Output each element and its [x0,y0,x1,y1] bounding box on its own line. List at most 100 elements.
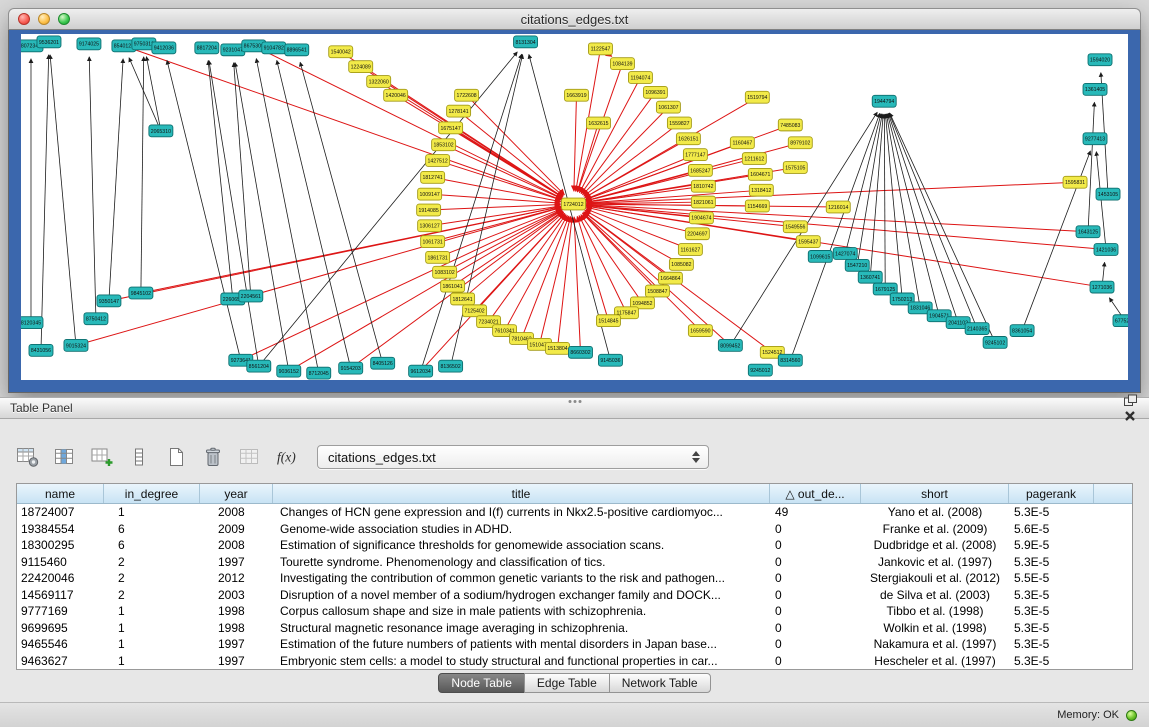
graph-node[interactable]: 8405126 [371,357,395,369]
graph-node[interactable]: 1420046 [384,89,408,101]
graph-node[interactable]: 1061307 [656,101,680,113]
cell-out_de[interactable]: 49 [770,504,861,520]
graph-edge[interactable] [235,62,289,371]
graph-node[interactable]: 1278141 [447,105,471,117]
graph-node[interactable]: 8131304 [514,36,538,48]
graph-edge[interactable] [884,114,885,289]
graph-node[interactable]: 1211612 [742,153,766,165]
cell-name[interactable]: 14569117 [17,587,104,603]
cell-short[interactable]: Stergiakouli et al. (2012) [861,570,1009,586]
graph-node[interactable]: 8136502 [439,360,463,372]
graph-node[interactable]: 1904674 [689,212,713,224]
cell-title[interactable]: Structural magnetic resonance image aver… [273,620,770,636]
graph-node[interactable]: 1861041 [441,280,465,292]
graph-node[interactable]: 9154203 [339,362,363,374]
cell-out_de[interactable]: 0 [770,537,861,553]
graph-edge[interactable] [129,58,161,131]
tab-edge-table[interactable]: Edge Table [524,673,610,693]
cell-in_degree[interactable]: 1 [104,636,200,652]
cell-year[interactable]: 2003 [200,587,273,603]
cell-short[interactable]: Yano et al. (2008) [861,504,1009,520]
graph-node[interactable]: 1361405 [1083,83,1107,95]
graph-node[interactable]: 8750412 [84,313,108,325]
cell-name[interactable]: 9465546 [17,636,104,652]
graph-node[interactable]: 1271036 [1090,281,1114,293]
graph-node[interactable]: 9245102 [983,337,1007,349]
cell-title[interactable]: Estimation of the future numbers of pati… [273,636,770,652]
network-canvas[interactable]: 1724012112254710841391194074109639110613… [21,34,1128,380]
cell-year[interactable]: 1997 [200,554,273,570]
cell-in_degree[interactable]: 6 [104,537,200,553]
graph-node[interactable]: 1675147 [439,122,463,134]
graph-node[interactable]: 8099452 [718,339,742,351]
column-header-title[interactable]: title [273,484,770,503]
graph-node[interactable]: 6775210 [1113,315,1128,327]
table-row[interactable]: 1830029562008Estimation of significance … [17,537,1132,554]
cell-pagerank[interactable]: 5.3E-5 [1009,587,1094,603]
column-header-out_de[interactable]: △ out_de... [770,484,861,503]
cell-year[interactable]: 2008 [200,504,273,520]
graph-node[interactable]: 1122547 [588,43,612,55]
graph-edge[interactable] [208,61,233,299]
graph-edge[interactable] [433,207,561,241]
table-row[interactable]: 2242004622012Investigating the contribut… [17,570,1132,587]
graph-node[interactable]: 1084139 [610,58,634,70]
graph-node[interactable]: 1099615 [808,250,832,262]
graph-edge[interactable] [41,55,49,351]
cell-short[interactable]: Tibbo et al. (1998) [861,603,1009,619]
graph-node[interactable]: 9245012 [748,364,772,376]
cell-year[interactable]: 1998 [200,603,273,619]
graph-node[interactable]: 1643125 [1076,226,1100,238]
graph-edge[interactable] [505,215,568,330]
graph-node[interactable]: 1540042 [329,46,353,58]
graph-node[interactable]: 1594020 [1088,54,1112,66]
column-header-short[interactable]: short [861,484,1009,503]
graph-edge[interactable] [141,207,561,293]
cell-in_degree[interactable]: 2 [104,587,200,603]
table-mode-icon[interactable] [14,444,42,470]
cell-name[interactable]: 22420046 [17,570,104,586]
graph-node[interactable]: 9350147 [97,295,121,307]
column-header-year[interactable]: year [200,484,273,503]
close-button[interactable] [18,13,30,25]
graph-edge[interactable] [574,95,577,191]
graph-node[interactable]: 1154669 [745,200,769,212]
cell-out_de[interactable]: 0 [770,636,861,652]
cell-year[interactable]: 2008 [200,537,273,553]
cell-title[interactable]: Tourette syndrome. Phenomenology and cla… [273,554,770,570]
cell-pagerank[interactable]: 5.5E-5 [1009,570,1094,586]
graph-edge[interactable] [277,60,351,368]
graph-node[interactable]: 1821061 [691,196,715,208]
float-panel-icon[interactable] [1121,392,1139,408]
graph-node[interactable]: 1360741 [858,271,882,283]
graph-node[interactable]: 1664864 [658,272,682,284]
graph-node[interactable]: 9231047 [221,44,245,56]
graph-node[interactable]: 1659590 [688,325,712,337]
graph-node[interactable]: 1514845 [596,315,620,327]
graph-edge[interactable] [89,57,96,319]
create-column-icon[interactable] [88,444,116,470]
graph-node[interactable]: 8314560 [778,354,802,366]
graph-edge[interactable] [300,62,383,363]
table-row[interactable]: 911546021997Tourette syndrome. Phenomeno… [17,554,1132,571]
graph-edge[interactable] [234,63,251,296]
graph-node[interactable]: 1161627 [678,244,702,256]
cell-pagerank[interactable]: 5.3E-5 [1009,554,1094,570]
graph-node[interactable]: 9145036 [598,354,622,366]
graph-node[interactable]: 9845102 [129,287,153,299]
graph-edge[interactable] [124,46,561,200]
graph-node[interactable]: 1427074 [833,248,857,260]
graph-node[interactable]: 1559827 [667,117,691,129]
graph-node[interactable]: 1194074 [628,72,652,84]
cell-title[interactable]: Investigating the contribution of common… [273,570,770,586]
graph-edge[interactable] [558,217,573,349]
graph-node[interactable]: 1722608 [455,89,479,101]
panel-splitter-handle[interactable] [568,400,581,403]
cell-short[interactable]: Dudbridge et al. (2008) [861,537,1009,553]
graph-edge[interactable] [890,113,996,343]
graph-node[interactable]: 9412036 [152,42,176,54]
cell-pagerank[interactable]: 5.3E-5 [1009,504,1094,520]
cell-in_degree[interactable]: 2 [104,554,200,570]
graph-node[interactable]: 1595437 [796,236,820,248]
table-row[interactable]: 1938455462009Genome-wide association stu… [17,521,1132,538]
